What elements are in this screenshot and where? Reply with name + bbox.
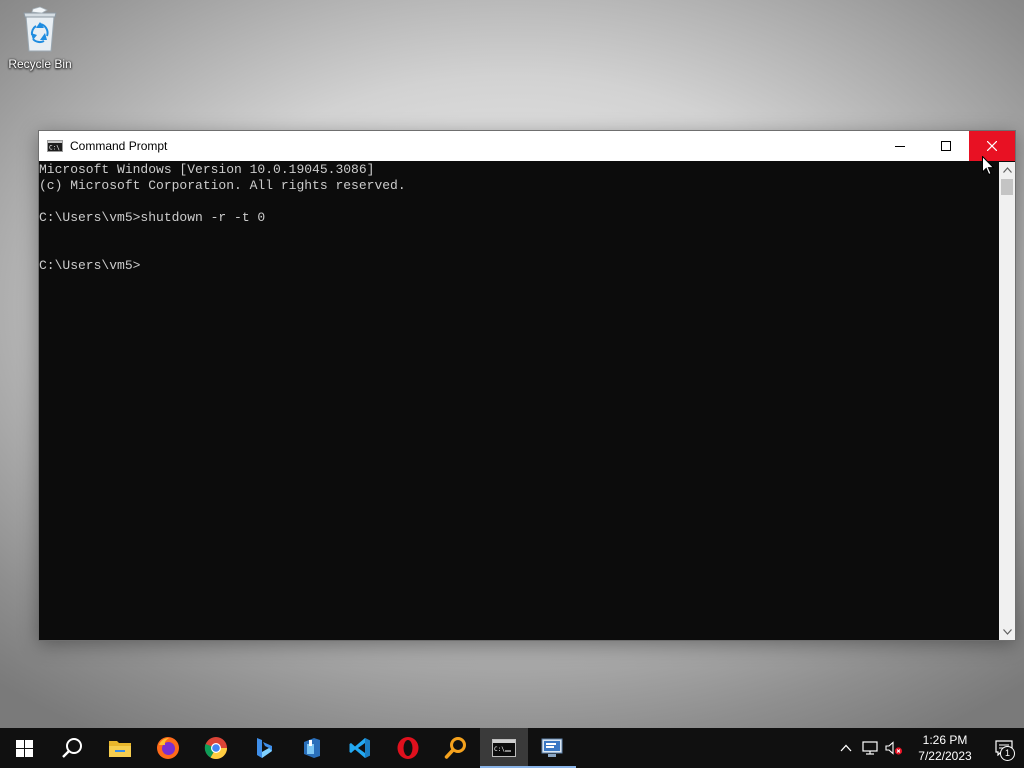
taskbar: C:\ 1:26 PM 7/22/2023 1 xyxy=(0,728,1024,768)
minimize-button[interactable] xyxy=(877,131,923,161)
maximize-icon xyxy=(941,141,951,151)
volume-muted-icon xyxy=(885,741,903,755)
remote-desktop-icon xyxy=(541,738,563,757)
taskbar-chrome[interactable] xyxy=(192,728,240,768)
console-output[interactable]: Microsoft Windows [Version 10.0.19045.30… xyxy=(39,162,999,640)
svg-text:C:\: C:\ xyxy=(49,145,60,152)
bing-icon xyxy=(257,738,272,758)
recycle-bin-label: Recycle Bin xyxy=(8,57,72,71)
desktop: Recycle Bin C:\ Command Prompt Microsoft… xyxy=(0,0,1024,728)
show-hidden-icons-button[interactable] xyxy=(834,728,858,768)
scroll-down-button[interactable] xyxy=(999,624,1015,640)
volume-button[interactable] xyxy=(882,728,906,768)
clock-date: 7/22/2023 xyxy=(918,749,972,763)
chevron-down-icon xyxy=(1002,629,1012,635)
mouse-pointer-icon xyxy=(982,156,994,176)
svg-text:C:\: C:\ xyxy=(494,746,505,753)
network-button[interactable] xyxy=(858,728,882,768)
cmd-icon: C:\ xyxy=(492,739,516,757)
system-tray: 1:26 PM 7/22/2023 1 xyxy=(834,728,1024,768)
chevron-up-icon xyxy=(840,744,852,752)
taskbar-clock[interactable]: 1:26 PM 7/22/2023 xyxy=(906,728,984,768)
search-icon xyxy=(62,738,82,758)
vertical-scrollbar[interactable] xyxy=(999,162,1015,640)
action-center-button[interactable]: 1 xyxy=(984,728,1024,768)
taskbar-azure-data-studio[interactable] xyxy=(288,728,336,768)
maximize-button[interactable] xyxy=(923,131,969,161)
network-icon xyxy=(862,741,878,755)
taskbar-magnifier-app[interactable] xyxy=(432,728,480,768)
recycle-bin-shortcut[interactable]: Recycle Bin xyxy=(4,6,76,78)
taskbar-search-button[interactable] xyxy=(48,728,96,768)
window-controls xyxy=(877,131,1015,161)
taskbar-bing[interactable] xyxy=(240,728,288,768)
close-icon xyxy=(987,141,997,151)
taskbar-remote-desktop[interactable] xyxy=(528,728,576,768)
scrollbar-thumb[interactable] xyxy=(1001,179,1013,195)
chevron-up-icon xyxy=(1002,167,1012,173)
console-line: (c) Microsoft Corporation. All rights re… xyxy=(39,178,406,193)
taskbar-command-prompt[interactable]: C:\ xyxy=(480,728,528,768)
taskbar-opera[interactable] xyxy=(384,728,432,768)
clock-time: 1:26 PM xyxy=(922,733,968,747)
opera-icon xyxy=(397,737,419,759)
console-prompt-line[interactable]: C:\Users\vm5> xyxy=(39,258,999,274)
console-line: Microsoft Windows [Version 10.0.19045.30… xyxy=(39,162,375,177)
chrome-icon xyxy=(204,737,227,759)
command-prompt-window[interactable]: C:\ Command Prompt Microsoft Windows [Ve… xyxy=(38,130,1016,641)
recycle-bin-icon xyxy=(23,6,57,52)
window-titlebar[interactable]: C:\ Command Prompt xyxy=(39,131,1015,161)
azure-data-studio-icon xyxy=(304,738,320,758)
vscode-icon xyxy=(349,738,370,758)
window-title: Command Prompt xyxy=(70,139,168,153)
cmd-icon: C:\ xyxy=(47,140,63,152)
taskbar-firefox[interactable] xyxy=(144,728,192,768)
notification-count-badge: 1 xyxy=(1000,746,1015,761)
start-button[interactable] xyxy=(0,728,48,768)
firefox-icon xyxy=(157,737,179,759)
magnifier-app-icon xyxy=(444,737,466,759)
console-line: C:\Users\vm5>shutdown -r -t 0 xyxy=(39,210,266,225)
minimize-icon xyxy=(895,146,905,147)
scroll-up-button[interactable] xyxy=(999,162,1015,178)
taskbar-file-explorer[interactable] xyxy=(96,728,144,768)
windows-logo-icon xyxy=(15,739,33,757)
taskbar-vscode[interactable] xyxy=(336,728,384,768)
folder-icon xyxy=(109,741,131,757)
